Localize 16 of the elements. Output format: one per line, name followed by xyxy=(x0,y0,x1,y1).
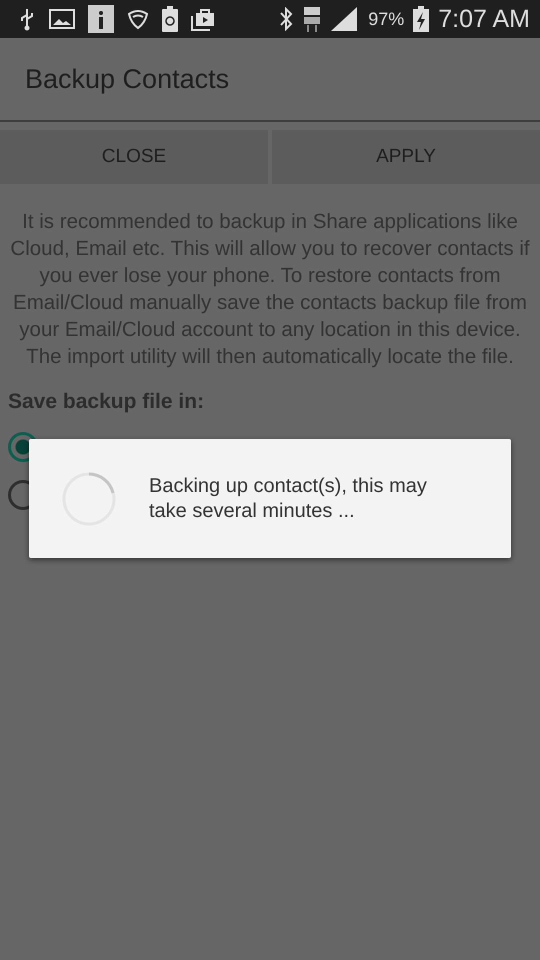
shield-icon xyxy=(127,8,149,30)
bluetooth-icon xyxy=(279,7,294,31)
action-button[interactable]: APPLY xyxy=(272,130,540,184)
info-icon xyxy=(88,5,114,33)
loading-spinner-icon xyxy=(61,470,117,526)
signal-icon xyxy=(331,7,358,31)
section-heading: Save backup file in: xyxy=(8,390,206,414)
image-icon xyxy=(49,8,75,30)
action-button[interactable]: CLOSE xyxy=(0,130,268,184)
battery-percent: 97% xyxy=(368,8,404,30)
screen-title: Backup Contacts xyxy=(25,64,230,94)
charging-battery-icon xyxy=(413,6,430,32)
briefcase-icon xyxy=(191,7,215,31)
clock: 7:07 AM xyxy=(438,4,530,34)
progress-message: Backing up contact(s), this may take several minutes ... xyxy=(149,474,428,524)
usb-icon xyxy=(18,7,36,31)
